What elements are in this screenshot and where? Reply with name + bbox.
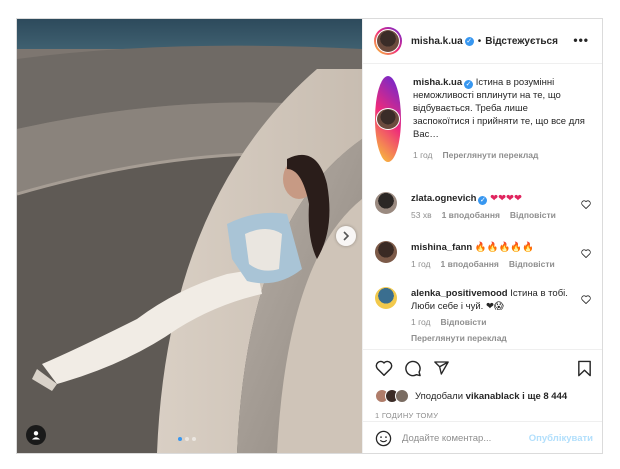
separator-dot: • (477, 35, 482, 47)
avatar[interactable] (375, 241, 397, 263)
heart-icon[interactable] (581, 249, 591, 258)
reply-button[interactable]: Відповісти (510, 209, 556, 222)
publish-button[interactable]: Опублікувати (529, 433, 593, 444)
caption-time: 1 год (413, 150, 433, 160)
list-item: mishina_fann 🔥🔥🔥🔥🔥 1 год 1 вподобання Ві… (375, 241, 583, 271)
likes-prefix: Уподобали (415, 390, 464, 402)
comment-username[interactable]: alenka_positivemood (411, 288, 508, 299)
post-header: misha.k.ua ✓ • Відстежується ••• (363, 19, 602, 64)
emoji-icon[interactable] (375, 430, 392, 447)
comment-username[interactable]: mishina_fann (411, 242, 472, 253)
comment-time: 1 год (411, 317, 431, 327)
user-tag-icon (32, 431, 40, 440)
carousel-indicator (178, 437, 196, 441)
post-timestamp[interactable]: 1 ГОДИНУ ТОМУ (375, 411, 438, 420)
comment-input[interactable]: Додайте коментар... (402, 433, 491, 444)
chevron-right-icon (343, 231, 350, 241)
avatar[interactable] (375, 192, 397, 214)
author-username[interactable]: misha.k.ua (411, 36, 463, 47)
post-sidebar: misha.k.ua ✓ • Відстежується ••• misha.k… (362, 19, 602, 453)
caption-avatar[interactable] (375, 76, 401, 162)
comment-likes[interactable]: 1 вподобання (442, 209, 500, 222)
author-avatar-ring[interactable] (374, 27, 402, 55)
action-bar (363, 349, 602, 380)
see-translation-link[interactable]: Переглянути переклад (443, 149, 539, 162)
likes-user[interactable]: vikanablack (466, 391, 520, 402)
user-tag-button[interactable] (26, 425, 46, 445)
carousel-dot (192, 437, 196, 441)
comment-username[interactable]: zlata.ognevich (411, 193, 476, 204)
add-comment-bar: Додайте коментар... Опублікувати (363, 421, 602, 453)
see-translation-link[interactable]: Переглянути переклад (411, 332, 507, 345)
verified-icon: ✓ (478, 196, 488, 205)
list-item: alenka_positivemood Істина в тобі. Люби … (375, 287, 583, 345)
heart-icon[interactable] (375, 360, 393, 376)
heart-icon[interactable] (581, 200, 591, 209)
caption-username[interactable]: misha.k.ua (413, 77, 462, 88)
share-icon[interactable] (433, 360, 450, 376)
post-image[interactable] (17, 19, 362, 453)
reply-button[interactable]: Відповісти (509, 258, 555, 271)
comment-text: 🔥🔥🔥🔥🔥 (474, 242, 535, 253)
following-button[interactable]: Відстежується (485, 36, 558, 47)
avatar[interactable] (375, 287, 397, 309)
carousel-dot (185, 437, 189, 441)
avatar (395, 389, 409, 403)
carousel-next-button[interactable] (336, 226, 356, 246)
list-item: zlata.ognevich ✓ ❤❤❤❤ 53 хв 1 вподобання … (375, 192, 583, 222)
comment-text: ❤❤❤❤ (490, 193, 522, 204)
reply-button[interactable]: Відповісти (441, 316, 487, 329)
carousel-dot-active (178, 437, 182, 441)
likes-summary[interactable]: Уподобали vikanablack і ще 8 444 (375, 389, 567, 403)
comment-likes[interactable]: 1 вподобання (441, 258, 499, 271)
save-icon[interactable] (577, 360, 592, 377)
likes-count[interactable]: і ще 8 444 (522, 391, 567, 402)
comment-icon[interactable] (404, 360, 422, 377)
avatar (377, 30, 399, 52)
more-options-icon[interactable]: ••• (573, 33, 589, 47)
verified-icon: ✓ (464, 36, 474, 46)
heart-icon[interactable] (581, 295, 591, 304)
comments-list: misha.k.ua ✓ Істина в розумінні неможливо… (363, 64, 602, 349)
instagram-post: misha.k.ua ✓ • Відстежується ••• misha.k… (16, 18, 603, 454)
caption: misha.k.ua ✓ Істина в розумінні неможливо… (375, 76, 585, 162)
comment-time: 1 год (411, 259, 431, 269)
avatar (377, 109, 399, 129)
verified-icon: ✓ (464, 80, 474, 89)
photo-scene (17, 19, 362, 453)
comment-time: 53 хв (411, 210, 432, 220)
